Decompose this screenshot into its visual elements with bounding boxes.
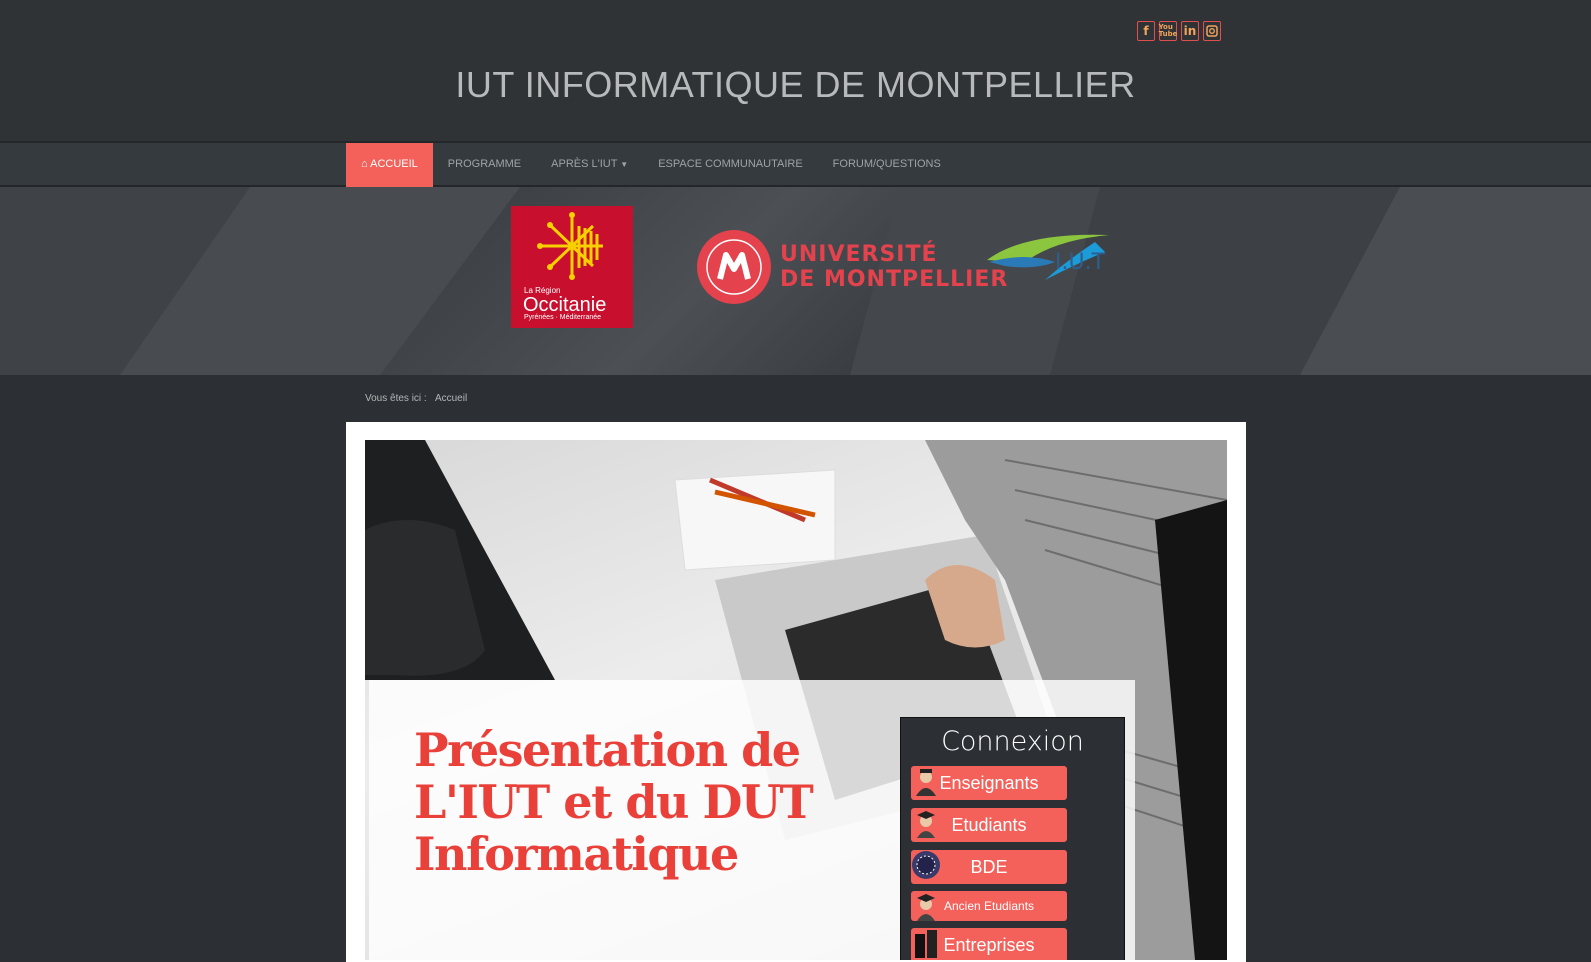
- nav-item-espace-communautaire[interactable]: ESPACE COMMUNAUTAIRE: [643, 143, 817, 187]
- home-icon: ⌂: [361, 158, 368, 170]
- site-header: f You Tube in IUT INFORMATIQUE DE MONTPEL…: [0, 0, 1591, 141]
- main-content: Présentation de L'IUT et du DUT Informat…: [346, 422, 1246, 962]
- nav-item-label: ESPACE COMMUNAUTAIRE: [658, 158, 803, 170]
- hero-image: Présentation de L'IUT et du DUT Informat…: [365, 440, 1227, 960]
- student-avatar-icon: [917, 811, 935, 838]
- nav-item-label: ACCUEIL: [370, 158, 418, 170]
- login-row-etudiants: Etudiants: [911, 808, 1067, 842]
- login-row-bde: BDE: [911, 850, 1067, 884]
- caret-down-icon: ▼: [620, 160, 629, 169]
- bde-badge-icon: [912, 851, 940, 879]
- login-panel: Connexion Enseignants Etudiants BDE Anci…: [900, 717, 1125, 960]
- logo-text-sub: Pyrénées · Méditerranée: [524, 314, 602, 321]
- iut-logo-text: I.U.T: [1055, 250, 1106, 275]
- occitan-cross-icon: [537, 212, 603, 280]
- nav-item-apres-iut[interactable]: APRÈS L'IUT ▼: [536, 143, 643, 187]
- nav-item-accueil[interactable]: ⌂ ACCUEIL: [346, 143, 433, 187]
- breadcrumb-current[interactable]: Accueil: [435, 393, 467, 404]
- login-title: Connexion: [941, 726, 1084, 757]
- facebook-icon[interactable]: f: [1137, 21, 1155, 41]
- nav-item-label: FORUM/QUESTIONS: [832, 158, 941, 170]
- breadcrumb: Vous êtes ici : Accueil: [365, 393, 473, 404]
- alumni-avatar-icon: [917, 894, 935, 921]
- breadcrumb-prefix: Vous êtes ici :: [365, 393, 427, 404]
- nav-item-forum[interactable]: FORUM/QUESTIONS: [818, 143, 956, 187]
- nav-item-label: PROGRAMME: [447, 158, 522, 170]
- nav-item-label: APRÈS L'IUT: [551, 158, 618, 170]
- login-row-enseignants: Enseignants: [911, 766, 1067, 800]
- main-navbar: ⌂ ACCUEIL PROGRAMME APRÈS L'IUT ▼ ESPACE…: [0, 141, 1591, 187]
- social-links: f You Tube in: [1137, 21, 1221, 41]
- um-seal-icon: [697, 230, 771, 304]
- um-text-line1: UNIVERSITÉ: [780, 242, 938, 267]
- teacher-avatar-icon: [916, 769, 936, 796]
- iut-logo[interactable]: I.U.T: [985, 232, 1115, 297]
- site-title[interactable]: IUT INFORMATIQUE DE MONTPELLIER: [0, 64, 1591, 106]
- youtube-icon[interactable]: You Tube: [1159, 21, 1177, 41]
- instagram-icon[interactable]: [1203, 21, 1221, 41]
- um-text-line2: DE MONTPELLIER: [780, 267, 1009, 292]
- partner-banner: La Région Occitanie Pyrénées · Méditerra…: [0, 187, 1591, 375]
- linkedin-icon[interactable]: in: [1181, 21, 1199, 41]
- login-row-anciens: Ancien Etudiants: [911, 891, 1067, 921]
- universite-montpellier-logo[interactable]: UNIVERSITÉ DE MONTPELLIER: [696, 229, 1008, 305]
- hero-title: Présentation de L'IUT et du DUT Informat…: [414, 723, 814, 881]
- occitanie-logo[interactable]: La Région Occitanie Pyrénées · Méditerra…: [511, 206, 633, 328]
- login-row-entreprises: Entreprises: [911, 928, 1067, 960]
- nav-item-programme[interactable]: PROGRAMME: [433, 143, 536, 187]
